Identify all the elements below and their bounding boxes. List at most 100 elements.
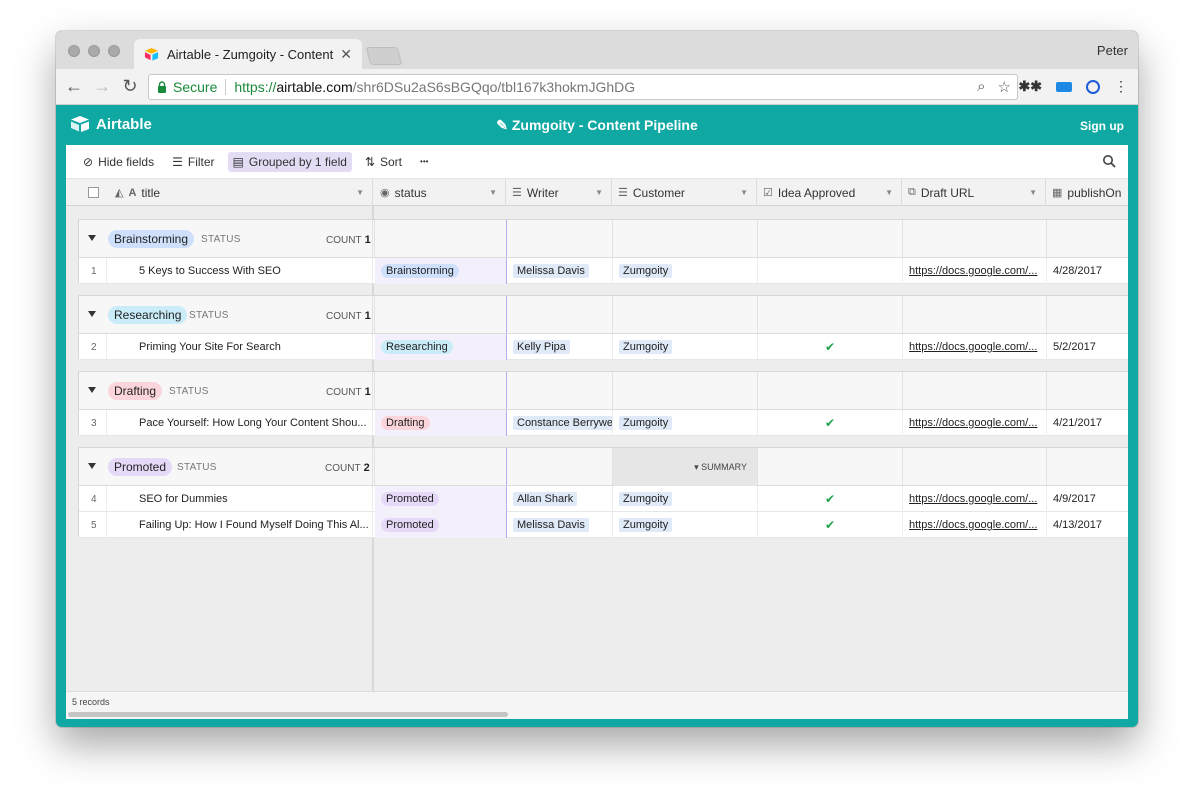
cell-url[interactable]: https://docs.google.com/... [903, 410, 1047, 436]
cell-publish[interactable]: 4/9/2017 [1047, 486, 1128, 512]
cell-customer[interactable]: Zumgoity [613, 258, 758, 284]
collapse-group-icon[interactable] [88, 463, 96, 469]
cell-writer[interactable]: Allan Shark [507, 486, 613, 512]
group-header[interactable]: Promoted STATUS COUNT 2 ▾ SUMMARY [79, 448, 1128, 486]
cell-title[interactable]: Pace Yourself: How Long Your Content Sho… [107, 410, 373, 436]
group-header[interactable]: Drafting STATUS COUNT 1 [79, 372, 1128, 410]
draft-url-link[interactable]: https://docs.google.com/... [909, 417, 1037, 429]
cell-status[interactable]: Promoted [375, 486, 507, 512]
group-header[interactable]: Researching STATUS COUNT 1 [79, 296, 1128, 334]
cell-url[interactable]: https://docs.google.com/... [903, 258, 1047, 284]
column-label: Writer [526, 185, 559, 200]
draft-url-link[interactable]: https://docs.google.com/... [909, 265, 1037, 277]
select-all-checkbox[interactable] [88, 187, 99, 198]
minimize-window-button[interactable] [88, 45, 100, 57]
secure-indicator[interactable]: Secure [157, 79, 217, 95]
cell-url[interactable]: https://docs.google.com/... [903, 486, 1047, 512]
cell-customer[interactable]: Zumgoity [613, 512, 758, 538]
column-header-customer[interactable]: ☰ Customer ▼ [612, 179, 757, 206]
new-tab-button[interactable] [365, 47, 403, 65]
hide-fields-button[interactable]: ⊘ Hide fields [78, 152, 159, 172]
filter-button[interactable]: ☰ Filter [167, 152, 219, 172]
chevron-down-icon[interactable]: ▼ [595, 188, 603, 197]
cell-url[interactable]: https://docs.google.com/... [903, 334, 1047, 360]
extension-icon[interactable] [1086, 79, 1100, 94]
cell-publish[interactable]: 4/13/2017 [1047, 512, 1128, 538]
cell-writer[interactable]: Constance Berrywe [507, 410, 613, 436]
approved-checkmark-icon[interactable]: ✔ [758, 512, 903, 538]
forward-arrow-icon[interactable]: → [92, 76, 112, 97]
airtable-header: Airtable ✎ Zumgoity - Content Pipeline S… [56, 105, 1138, 145]
menu-dots-icon[interactable]: ⋮ [1114, 78, 1128, 95]
cell-writer[interactable]: Kelly Pipa [507, 334, 613, 360]
cell-customer[interactable]: Zumgoity [613, 486, 758, 512]
bookmark-star-icon[interactable]: ☆ [998, 78, 1011, 96]
reload-icon[interactable]: ↻ [120, 76, 140, 97]
cell-title[interactable]: 5 Keys to Success With SEO [107, 258, 373, 284]
column-header-writer[interactable]: ☰ Writer ▼ [506, 179, 612, 206]
browser-tab[interactable]: Airtable - Zumgoity - Content ✕ [134, 39, 362, 69]
address-bar[interactable]: Secure https:// airtable.com /shr6DSu2aS… [148, 74, 1018, 100]
search-icon[interactable] [1102, 154, 1116, 168]
zoom-icon[interactable]: ⌕ [977, 78, 985, 96]
cell-customer[interactable]: Zumgoity [613, 334, 758, 360]
extension-icon[interactable] [1056, 81, 1072, 92]
column-header-status[interactable]: ◉ status ▼ [374, 179, 506, 206]
chevron-down-icon[interactable]: ▼ [740, 188, 748, 197]
table-row[interactable]: 2 Priming Your Site For Search Researching… [79, 334, 1128, 360]
draft-url-link[interactable]: https://docs.google.com/... [909, 519, 1037, 531]
table-row[interactable]: 5 Failing Up: How I Found Myself Doing Th… [79, 512, 1128, 538]
cell-publish[interactable]: 5/2/2017 [1047, 334, 1128, 360]
approved-checkmark-icon[interactable]: ✔ [758, 334, 903, 360]
table-row[interactable]: 4 SEO for Dummies Promoted Allan Shark Zumgo… [79, 486, 1128, 512]
chevron-down-icon[interactable]: ▼ [489, 188, 497, 197]
approved-checkmark-icon[interactable]: ✔ [758, 410, 903, 436]
cell-writer[interactable]: Melissa Davis [507, 512, 613, 538]
cell-url[interactable]: https://docs.google.com/... [903, 512, 1047, 538]
approved-checkmark-icon[interactable] [758, 258, 903, 284]
url-host: airtable.com [276, 79, 353, 95]
back-arrow-icon[interactable]: ← [64, 76, 84, 97]
table-row[interactable]: 15 Keys to Success With SEO Brainstorming… [79, 258, 1128, 284]
cell-status[interactable]: Brainstorming [375, 258, 507, 284]
cell-status[interactable]: Researching [375, 334, 507, 360]
horizontal-scrollbar[interactable] [68, 712, 508, 717]
group-section: Researching STATUS COUNT 1 2 Priming Your Sit… [78, 295, 1128, 360]
table-row[interactable]: 3 Pace Yourself: How Long Your Content Sh… [79, 410, 1128, 436]
count-value: 2 [363, 462, 370, 474]
cell-status[interactable]: Drafting [375, 410, 507, 436]
chevron-down-icon[interactable]: ▼ [356, 188, 364, 197]
chevron-down-icon[interactable]: ▼ [1029, 188, 1037, 197]
approved-checkmark-icon[interactable]: ✔ [758, 486, 903, 512]
sort-button[interactable]: ⇅ Sort [360, 152, 407, 172]
column-header-publishon[interactable]: ▦ publishOn [1046, 179, 1128, 206]
extension-icon[interactable]: ✱✱ [1019, 78, 1042, 95]
cell-title[interactable]: Priming Your Site For Search [107, 334, 373, 360]
column-header-title[interactable]: ◭ A title ▼ [66, 179, 373, 206]
profile-name[interactable]: Peter [1097, 43, 1128, 58]
group-button[interactable]: ▤ Grouped by 1 field [227, 151, 352, 172]
collapse-group-icon[interactable] [88, 235, 96, 241]
cell-publish[interactable]: 4/28/2017 [1047, 258, 1128, 284]
close-window-button[interactable] [68, 45, 80, 57]
summary-button[interactable]: ▾ SUMMARY [613, 448, 757, 486]
more-options-button[interactable]: ••• [415, 152, 433, 172]
cell-title[interactable]: SEO for Dummies [107, 486, 373, 512]
draft-url-link[interactable]: https://docs.google.com/... [909, 493, 1037, 505]
draft-url-link[interactable]: https://docs.google.com/... [909, 341, 1037, 353]
maximize-window-button[interactable] [108, 45, 120, 57]
signup-link[interactable]: Sign up [1080, 119, 1124, 133]
cell-publish[interactable]: 4/21/2017 [1047, 410, 1128, 436]
tab-close-icon[interactable]: ✕ [340, 46, 352, 63]
cell-writer[interactable]: Melissa Davis [507, 258, 613, 284]
group-header[interactable]: Brainstorming STATUS COUNT 1 [79, 220, 1128, 258]
collapse-group-icon[interactable] [88, 311, 96, 317]
cell-customer[interactable]: Zumgoity [613, 410, 758, 436]
collapse-group-icon[interactable] [88, 387, 96, 393]
lock-icon [158, 81, 166, 93]
column-header-draft-url[interactable]: ⧉ Draft URL ▼ [902, 179, 1046, 206]
cell-status[interactable]: Promoted [375, 512, 507, 538]
cell-title[interactable]: Failing Up: How I Found Myself Doing Thi… [107, 512, 373, 538]
column-header-idea-approved[interactable]: ☑ Idea Approved ▼ [757, 179, 902, 206]
chevron-down-icon[interactable]: ▼ [885, 188, 893, 197]
